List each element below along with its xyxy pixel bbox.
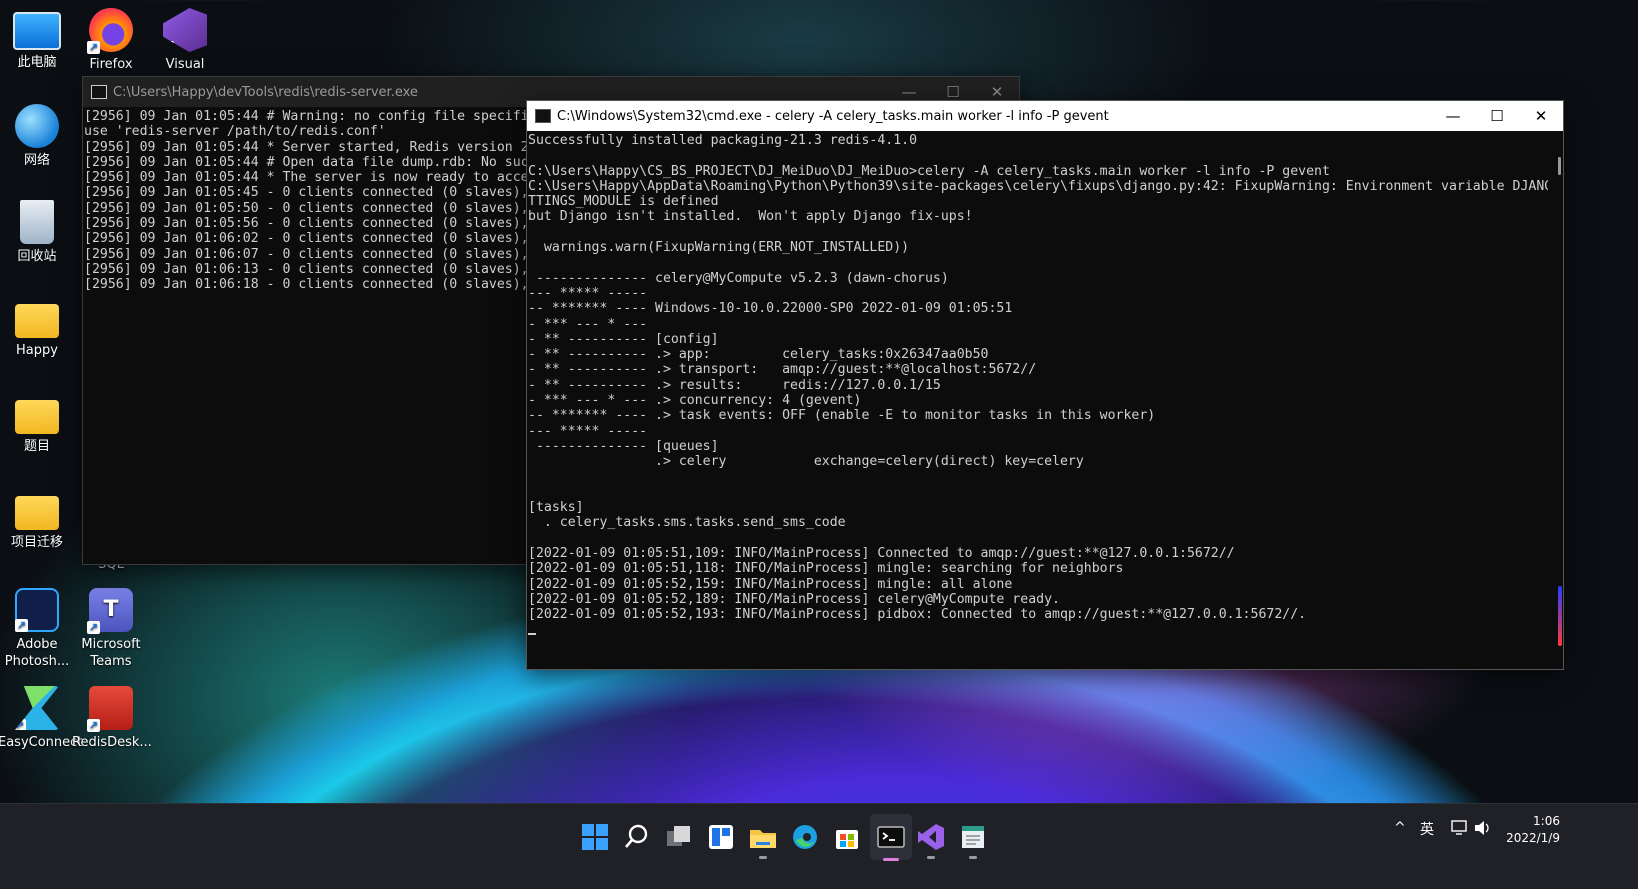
cmd-console-line	[528, 148, 1548, 163]
cmd-console-line: [2022-01-09 01:05:52,193: INFO/MainProce…	[528, 607, 1307, 623]
cmd-window-title: C:\Windows\System32\cmd.exe - celery -A …	[557, 108, 1109, 124]
running-indicator	[969, 856, 977, 859]
cmd-console-line: [2022-01-09 01:05:51,109: INFO/MainProce…	[528, 546, 1235, 562]
cmd-celery-window[interactable]: C:\Windows\System32\cmd.exe - celery -A …	[526, 100, 1564, 670]
cmd-console-line: - *** --- * --- .> concurrency: 4 (geven…	[528, 393, 862, 409]
cmd-console-line: - ** ---------- [config]	[528, 331, 719, 347]
desktop-icon-redis-desktop[interactable]: ↗ RedisDesk...	[72, 686, 152, 751]
file-explorer-icon[interactable]	[748, 822, 778, 859]
desktop-icon-project-migration-folder[interactable]: 项目迁移	[0, 488, 76, 551]
computer-icon	[13, 12, 61, 50]
easyconnect-icon: ↗	[15, 686, 59, 730]
terminal-taskbar-button[interactable]	[870, 814, 912, 861]
cmd-console-line: . celery_tasks.sms.tasks.send_sms_code	[528, 515, 846, 531]
cmd-app-icon	[535, 109, 551, 123]
cmd-console-line: warnings.warn(FixupWarning(ERR_NOT_INSTA…	[528, 240, 910, 256]
minimize-button[interactable]: —	[1431, 101, 1475, 131]
cmd-console-line: --- ***** -----	[528, 285, 648, 301]
cmd-console-line	[528, 225, 1548, 240]
cmd-console-line: [2022-01-09 01:05:52,189: INFO/MainProce…	[528, 591, 1060, 607]
cmd-console-line: [2022-01-09 01:05:51,118: INFO/MainProce…	[528, 561, 1124, 577]
cmd-console-line	[528, 531, 1548, 546]
desktop-icon-firefox[interactable]: ↗ Firefox	[72, 8, 150, 73]
visual-studio-icon[interactable]	[916, 822, 946, 859]
volume-icon[interactable]	[1474, 820, 1492, 840]
cmd-console-line: - ** ---------- .> results: redis://127.…	[528, 377, 941, 393]
cmd-console-line	[528, 485, 1548, 500]
recycle-bin-icon	[20, 200, 54, 244]
cmd-console-line	[528, 255, 1548, 270]
redis-window-title: C:\Users\Happy\devTools\redis\redis-serv…	[113, 84, 418, 100]
desktop-icon-visual-studio[interactable]: ↗ Visual	[146, 8, 224, 73]
cmd-console-line: -- ******* ---- Windows-10-10.0.22000-SP…	[528, 301, 1013, 317]
network-tray-icon[interactable]	[1451, 820, 1469, 840]
terminal-icon	[877, 826, 905, 848]
firefox-icon: ↗	[87, 8, 133, 54]
active-indicator	[883, 858, 899, 861]
close-button[interactable]: ✕	[1519, 101, 1563, 131]
cmd-console-line: .> celery exchange=celery(direct) key=ce…	[528, 454, 1084, 470]
cmd-console-line: - ** ---------- .> transport: amqp://gue…	[528, 362, 1037, 378]
cmd-console-line: --- ***** -----	[528, 423, 648, 439]
visual-studio-icon: ↗	[163, 8, 207, 52]
running-indicator	[759, 856, 767, 859]
console-cursor	[528, 633, 536, 635]
photoshop-icon: ↗	[15, 588, 59, 632]
console-app-icon	[91, 85, 107, 99]
network-icon	[15, 104, 59, 148]
shortcut-arrow-icon: ↗	[14, 719, 26, 732]
clock-time: 1:06	[1533, 814, 1560, 828]
shortcut-arrow-icon: ↗	[87, 621, 100, 634]
search-icon[interactable]	[622, 822, 652, 852]
redis-desktop-icon: ↗	[87, 686, 133, 732]
folder-icon	[15, 400, 59, 434]
edge-icon[interactable]	[790, 822, 820, 852]
clock[interactable]: 1:06 2022/1/9	[1500, 813, 1560, 847]
folder-icon	[15, 304, 59, 338]
cmd-console-line: [2022-01-09 01:05:52,159: INFO/MainProce…	[528, 576, 1013, 592]
cmd-console-line: [tasks]	[528, 500, 584, 516]
widgets-icon[interactable]	[706, 822, 736, 852]
cmd-console-line	[528, 470, 1548, 485]
cmd-console-line: - *** --- * ---	[528, 316, 648, 332]
cmd-console-line: -------------- [queues]	[528, 438, 719, 454]
cmd-console-output[interactable]: Successfully installed packaging-21.3 re…	[527, 131, 1548, 633]
cmd-console-line: TTINGS_MODULE is defined	[528, 194, 719, 210]
desktop-icon-recycle-bin[interactable]: 回收站	[0, 200, 76, 265]
desktop-icon-timu-folder[interactable]: 题目	[0, 392, 76, 455]
desktop-icon-happy-folder[interactable]: Happy	[0, 296, 76, 359]
desktop-icon-teams[interactable]: T ↗ Microsoft Teams	[72, 588, 150, 670]
cmd-console-line: -------------- celery@MyCompute v5.2.3 (…	[528, 270, 949, 286]
shortcut-arrow-icon: ↗	[162, 41, 174, 54]
task-view-icon[interactable]	[664, 822, 694, 852]
store-icon[interactable]	[832, 822, 862, 852]
windows-start-icon[interactable]	[580, 822, 610, 852]
tray-overflow-chevron-icon[interactable]: ^	[1394, 820, 1406, 836]
taskbar: ^ 英 1:06 2022/1/9	[0, 803, 1638, 889]
desktop-icon-photoshop[interactable]: ↗ Adobe Photosh...	[0, 588, 76, 670]
cmd-console-line: - ** ---------- .> app: celery_tasks:0x2…	[528, 347, 989, 363]
desktop-icon-easyconnect[interactable]: ↗ EasyConnect	[0, 686, 82, 751]
shortcut-arrow-icon: ↗	[87, 41, 100, 54]
desktop-icon-this-pc[interactable]: 此电脑	[0, 8, 76, 71]
desktop-icon-network[interactable]: 网络	[0, 104, 76, 169]
shortcut-arrow-icon: ↗	[15, 619, 28, 632]
cmd-console-line: C:\Users\Happy\CS_BS_PROJECT\DJ_MeiDuo\D…	[528, 163, 1330, 179]
running-indicator	[927, 856, 935, 859]
ime-indicator[interactable]: 英	[1420, 819, 1434, 839]
scrollbar-thumb-accent[interactable]	[1558, 586, 1562, 646]
folder-icon	[15, 496, 59, 530]
cmd-console-line: -- ******* ---- .> task events: OFF (ena…	[528, 408, 1156, 424]
cmd-console-line: but Django isn't installed. Won't apply …	[528, 209, 973, 225]
vertical-scrollbar[interactable]	[1558, 157, 1561, 175]
teams-icon: T ↗	[87, 588, 133, 634]
clock-date: 2022/1/9	[1506, 831, 1560, 845]
notepad-icon[interactable]	[958, 822, 988, 859]
cmd-console-line: C:\Users\Happy\AppData\Roaming\Python\Py…	[528, 178, 1548, 194]
shortcut-arrow-icon: ↗	[87, 719, 100, 732]
cmd-console-line: Successfully installed packaging-21.3 re…	[528, 133, 918, 148]
maximize-button[interactable]: ☐	[1475, 101, 1519, 131]
cmd-window-titlebar[interactable]: C:\Windows\System32\cmd.exe - celery -A …	[527, 101, 1563, 131]
